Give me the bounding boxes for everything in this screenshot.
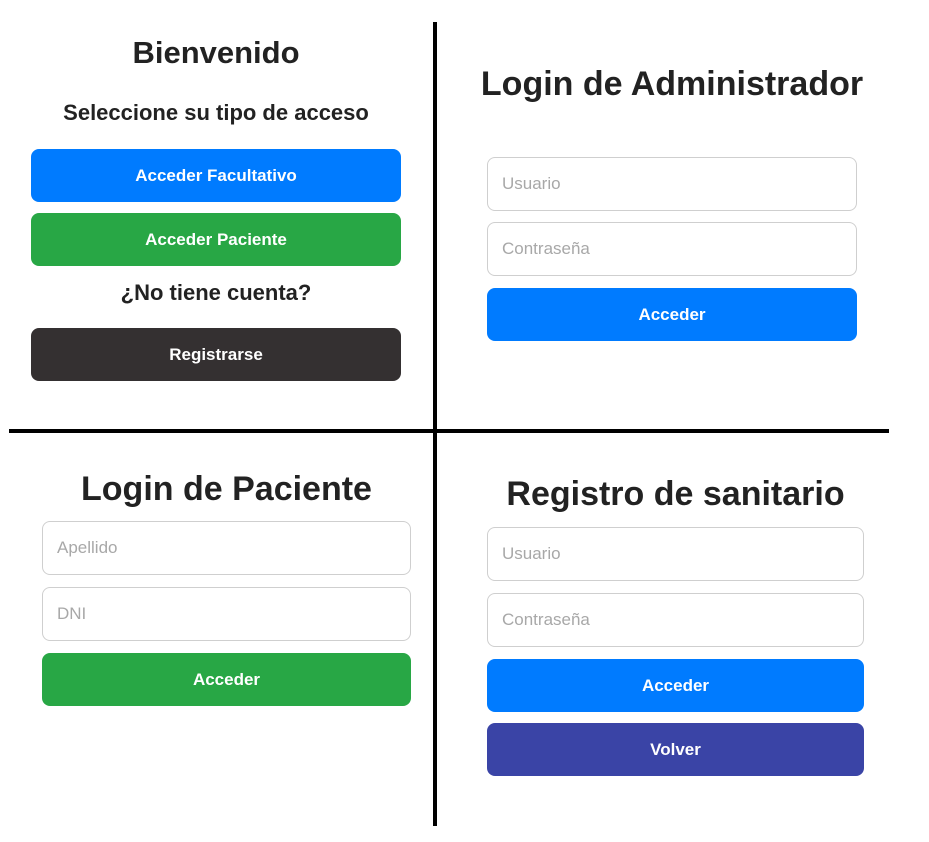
patient-dni-input[interactable]	[42, 587, 411, 641]
vertical-divider	[433, 22, 437, 826]
sanitario-password-input[interactable]	[487, 593, 864, 647]
admin-username-input[interactable]	[487, 157, 857, 211]
welcome-panel: Bienvenido Seleccione su tipo de acceso …	[31, 30, 401, 390]
admin-login-title: Login de Administrador	[480, 65, 864, 103]
sanitario-acceder-button[interactable]: Acceder	[487, 659, 864, 712]
patient-login-panel: Login de Paciente Acceder	[42, 465, 411, 715]
patient-surname-input[interactable]	[42, 521, 411, 575]
patient-acceder-button[interactable]: Acceder	[42, 653, 411, 706]
sanitario-register-panel: Registro de sanitario Acceder Volver	[487, 470, 864, 780]
volver-button[interactable]: Volver	[487, 723, 864, 776]
horizontal-divider	[9, 429, 889, 433]
no-account-text: ¿No tiene cuenta?	[120, 280, 312, 305]
sanitario-username-input[interactable]	[487, 527, 864, 581]
registrarse-button[interactable]: Registrarse	[31, 328, 401, 381]
access-type-subtitle: Seleccione su tipo de acceso	[63, 100, 369, 125]
acceder-facultativo-button[interactable]: Acceder Facultativo	[31, 149, 401, 202]
admin-login-panel: Login de Administrador Acceder	[481, 60, 863, 350]
admin-acceder-button[interactable]: Acceder	[487, 288, 857, 341]
patient-login-title: Login de Paciente	[81, 470, 372, 508]
welcome-title: Bienvenido	[132, 35, 300, 70]
sanitario-register-title: Registro de sanitario	[506, 475, 845, 513]
admin-password-input[interactable]	[487, 222, 857, 276]
acceder-paciente-button[interactable]: Acceder Paciente	[31, 213, 401, 266]
